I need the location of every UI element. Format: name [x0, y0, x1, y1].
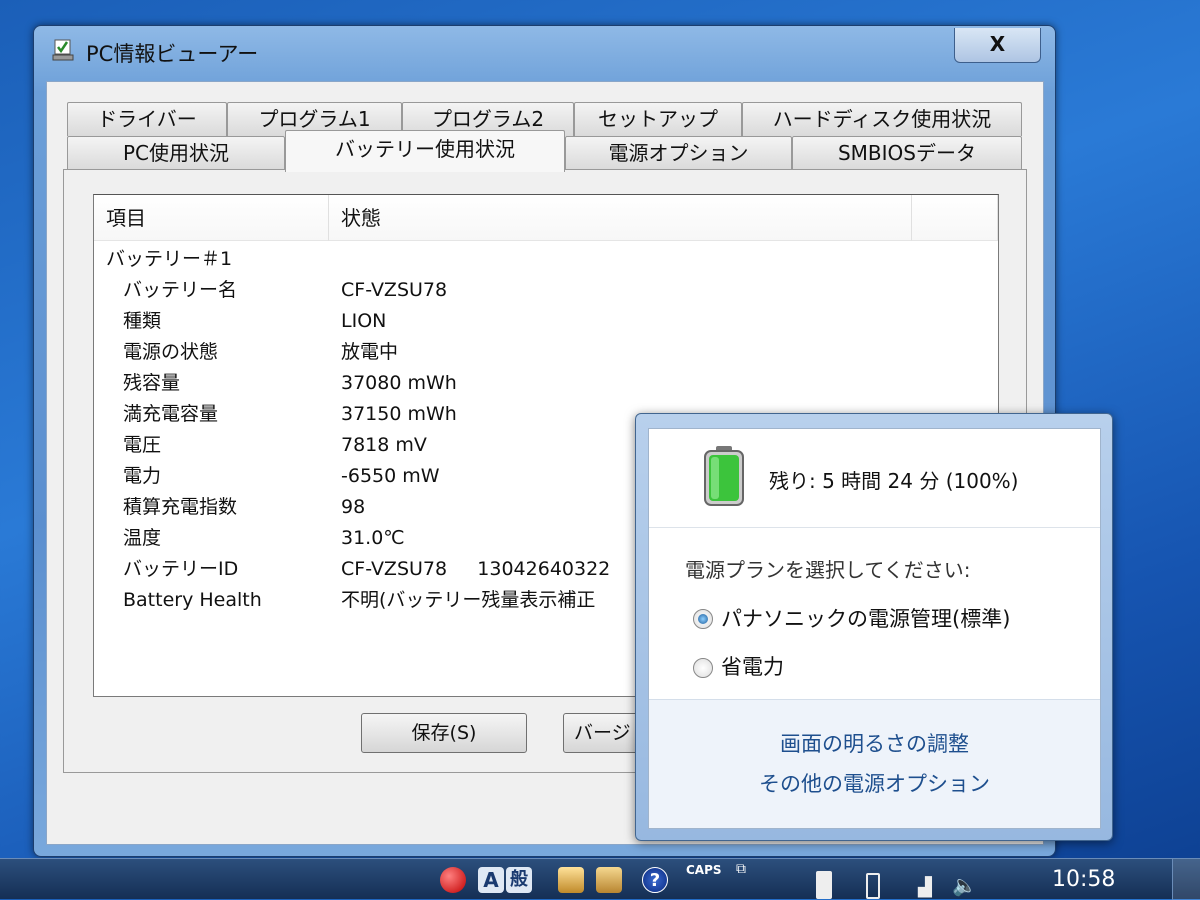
ime-label-icon[interactable]: 般: [506, 867, 532, 893]
column-header-empty: [912, 195, 998, 241]
restore-icon[interactable]: ⧉: [736, 861, 746, 877]
brightness-link[interactable]: 画面の明るさの調整: [649, 728, 1100, 758]
action-center-flag-icon[interactable]: [816, 871, 832, 899]
network-icon[interactable]: ▟: [918, 877, 932, 898]
tab-r1-5[interactable]: ハードディスク使用状況: [742, 102, 1022, 136]
plan-label-power-saver[interactable]: 省電力: [721, 651, 784, 681]
battery-tray-icon[interactable]: [866, 873, 880, 899]
row-item-label: 満充電容量: [123, 403, 219, 425]
battery-remaining: 残り: 5 時間 24 分 (100%): [769, 469, 1019, 493]
divider: [649, 527, 1100, 528]
row-item-label: 残容量: [123, 372, 181, 394]
caps-indicator: CAPS: [686, 863, 722, 877]
close-button[interactable]: X: [954, 28, 1041, 63]
group-label: バッテリー＃1: [106, 248, 233, 270]
ime-dictionary-icon[interactable]: [596, 867, 622, 893]
app-icon: [52, 39, 74, 61]
tab-r2-1[interactable]: PC使用状況: [67, 136, 285, 170]
column-header-status[interactable]: 状態: [329, 195, 912, 241]
column-header-item[interactable]: 項目: [94, 195, 329, 241]
plan-radio-standard[interactable]: [693, 609, 713, 629]
battery-flyout: 残り: 5 時間 24 分 (100%) 電源プランを選択してください: パナソ…: [635, 413, 1113, 841]
row-item-label: 電源の状態: [123, 341, 219, 363]
battery-icon: [704, 446, 744, 506]
more-power-options-link[interactable]: その他の電源オプション: [649, 768, 1100, 798]
tab-r1-1[interactable]: ドライバー: [67, 102, 227, 136]
row-value: 31.0℃: [341, 527, 405, 549]
ime-tool-icon[interactable]: [558, 867, 584, 893]
show-desktop-button[interactable]: [1172, 859, 1200, 900]
plan-prompt: 電源プランを選択してください:: [685, 558, 971, 582]
row-value: -6550 mW: [341, 465, 440, 487]
save-button[interactable]: 保存(S): [361, 713, 527, 753]
tab-r2-3[interactable]: 電源オプション: [565, 136, 792, 170]
row-value: CF-VZSU78 13042640322: [341, 558, 611, 580]
window-title: PC情報ビューアー: [86, 42, 259, 66]
row-value: 98: [341, 496, 366, 518]
row-item-label: 積算充電指数: [123, 496, 238, 518]
alert-icon[interactable]: [440, 867, 466, 893]
row-value: CF-VZSU78: [341, 279, 448, 301]
row-item-label: Battery Health: [123, 589, 262, 611]
row-value: LION: [341, 310, 387, 332]
row-item-label: 温度: [123, 527, 162, 549]
row-value: 7818 mV: [341, 434, 427, 456]
tab-r2-4[interactable]: SMBIOSデータ: [792, 136, 1022, 170]
tab-r1-4[interactable]: セットアップ: [574, 102, 742, 136]
taskbar: A 般 ? CAPS ⧉ ▟ 🔈 10:58: [0, 858, 1200, 900]
row-item-label: バッテリーID: [123, 558, 239, 580]
plan-radio-power-saver[interactable]: [693, 658, 713, 678]
row-value: 放電中: [341, 341, 399, 363]
row-item-label: 種類: [123, 310, 162, 332]
row-item-label: 電圧: [123, 434, 162, 456]
row-value: 37150 mWh: [341, 403, 457, 425]
row-value: 不明(バッテリー残量表示補正: [341, 589, 596, 611]
row-item-label: バッテリー名: [123, 279, 238, 301]
plan-label-standard[interactable]: パナソニックの電源管理(標準): [721, 603, 1010, 633]
row-value: 37080 mWh: [341, 372, 457, 394]
ime-mode-icon[interactable]: A: [478, 867, 504, 893]
volume-icon[interactable]: 🔈: [952, 873, 977, 897]
help-icon[interactable]: ?: [642, 867, 668, 893]
tab-r2-2[interactable]: バッテリー使用状況: [285, 130, 565, 172]
clock[interactable]: 10:58: [1052, 867, 1115, 892]
row-item-label: 電力: [123, 465, 162, 487]
